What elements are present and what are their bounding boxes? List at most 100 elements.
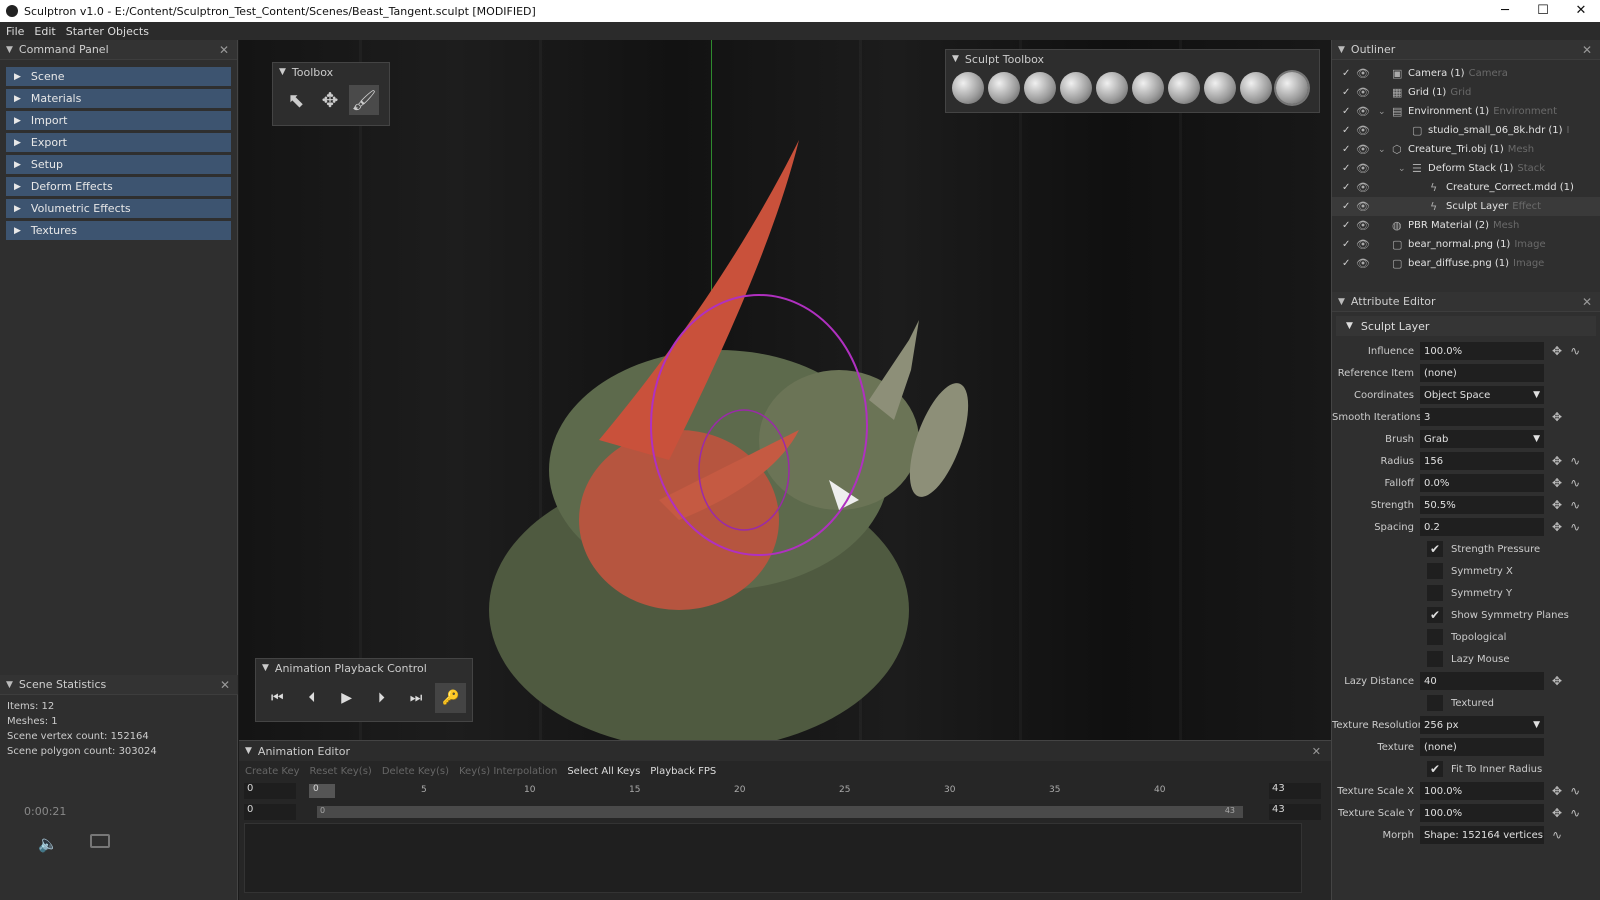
enabled-check-icon[interactable]: ✓ (1342, 258, 1356, 269)
minimize-button[interactable]: ─ (1486, 0, 1524, 22)
curve-icon[interactable]: ∿ (1570, 498, 1580, 512)
keyframe-area[interactable] (244, 823, 1302, 893)
select-all-keys-button[interactable]: Select All Keys (567, 766, 640, 777)
visibility-eye-icon[interactable]: 👁 (1356, 200, 1378, 213)
visibility-eye-icon[interactable]: 👁 (1356, 67, 1378, 80)
menu-file[interactable]: File (6, 25, 24, 38)
timeline-ruler[interactable]: 0 0 5 10 15 20 25 30 35 40 43 (239, 781, 1331, 801)
curve-icon[interactable]: ∿ (1570, 476, 1580, 490)
move-handle-icon[interactable]: ✥ (1552, 454, 1562, 468)
visibility-eye-icon[interactable]: 👁 (1356, 86, 1378, 99)
check-fit-to-inner-radius[interactable]: ✔ Fit To Inner Radius (1332, 758, 1600, 780)
enabled-check-icon[interactable]: ✓ (1342, 182, 1356, 193)
check-textured[interactable]: Textured (1332, 692, 1600, 714)
enabled-check-icon[interactable]: ✓ (1342, 163, 1356, 174)
strength-input[interactable]: 50.5% (1420, 496, 1544, 514)
curve-icon[interactable]: ∿ (1570, 806, 1580, 820)
skip-start-icon[interactable]: ⏮ (262, 683, 293, 713)
skip-end-icon[interactable]: ⏭ (401, 683, 432, 713)
close-button[interactable]: ✕ (1562, 0, 1600, 22)
outliner-row[interactable]: ✓ 👁 ▢ studio_small_06_8k.hdr (1) I (1332, 121, 1600, 140)
visibility-eye-icon[interactable]: 👁 (1356, 162, 1378, 175)
collapse-icon[interactable]: ▼ (952, 54, 959, 64)
track-start-field[interactable]: 0 (244, 804, 296, 820)
enabled-check-icon[interactable]: ✓ (1342, 106, 1356, 117)
morph-input[interactable]: Shape: 152164 vertices (1420, 826, 1544, 844)
collapse-icon[interactable]: ▼ (1338, 297, 1345, 307)
enabled-check-icon[interactable]: ✓ (1342, 125, 1356, 136)
brush-smooth-icon[interactable] (988, 72, 1020, 104)
visibility-eye-icon[interactable]: 👁 (1356, 257, 1378, 270)
cmd-item-setup[interactable]: ▶ Setup (6, 155, 231, 174)
check-strength-pressure[interactable]: ✔ Strength Pressure (1332, 538, 1600, 560)
brush-clay-icon[interactable] (1204, 72, 1236, 104)
outliner-row[interactable]: ✓ 👁 ◍ PBR Material (2) Mesh (1332, 216, 1600, 235)
collapse-icon[interactable]: ▼ (6, 45, 13, 55)
brush-flatten-icon[interactable] (1024, 72, 1056, 104)
visibility-eye-icon[interactable]: 👁 (1356, 238, 1378, 251)
close-icon[interactable]: ✕ (219, 43, 229, 57)
enabled-check-icon[interactable]: ✓ (1342, 68, 1356, 79)
cmd-item-textures[interactable]: ▶ Textures (6, 221, 231, 240)
falloff-input[interactable]: 0.0% (1420, 474, 1544, 492)
brush-inflate-icon[interactable] (1060, 72, 1092, 104)
brush-draw-icon[interactable] (952, 72, 984, 104)
outliner-row[interactable]: ✓ 👁 ⌄ ▤ Environment (1) Environment (1332, 102, 1600, 121)
visibility-eye-icon[interactable]: 👁 (1356, 181, 1378, 194)
chevron-down-icon[interactable]: ⌄ (1378, 107, 1392, 117)
current-frame-marker[interactable]: 0 (309, 784, 335, 798)
checkbox[interactable] (1427, 695, 1443, 711)
collapse-icon[interactable]: ▼ (1338, 45, 1345, 55)
select-tool-icon[interactable]: ⬉ (281, 85, 311, 115)
enabled-check-icon[interactable]: ✓ (1342, 239, 1356, 250)
check-lazy-mouse[interactable]: Lazy Mouse (1332, 648, 1600, 670)
checkbox[interactable] (1427, 629, 1443, 645)
range-bar[interactable]: 0 43 (317, 806, 1243, 818)
brush-pinch-icon[interactable] (1240, 72, 1272, 104)
enabled-check-icon[interactable]: ✓ (1342, 220, 1356, 231)
move-handle-icon[interactable]: ✥ (1552, 410, 1562, 424)
outliner-row[interactable]: ✓ 👁 ⌄ ☰ Deform Stack (1) Stack (1332, 159, 1600, 178)
play-icon[interactable]: ▶ (331, 683, 362, 713)
enabled-check-icon[interactable]: ✓ (1342, 144, 1356, 155)
viewport[interactable]: ▼ Toolbox ⬉ ✥ 🖌 ▼ Sculpt Toolbox ▼ Animatio… (239, 40, 1331, 740)
outliner-row[interactable]: ✓ 👁 ⌄ ⬡ Creature_Tri.obj (1) Mesh (1332, 140, 1600, 159)
step-forward-icon[interactable]: ⏵ (366, 683, 397, 713)
brush-twist-icon[interactable] (1096, 72, 1128, 104)
cmd-item-export[interactable]: ▶ Export (6, 133, 231, 152)
cmd-item-scene[interactable]: ▶ Scene (6, 67, 231, 86)
key-interpolation-button[interactable]: Key(s) Interpolation (459, 766, 557, 777)
brush-tool-icon[interactable]: 🖌 (349, 85, 379, 115)
move-tool-icon[interactable]: ✥ (315, 85, 345, 115)
texture-scale-x-input[interactable]: 100.0% (1420, 782, 1544, 800)
reference-item-input[interactable]: (none) (1420, 364, 1544, 382)
brush-crease-icon[interactable] (1132, 72, 1164, 104)
visibility-eye-icon[interactable]: 👁 (1356, 105, 1378, 118)
volume-icon[interactable]: 🔈 (38, 834, 58, 853)
enabled-check-icon[interactable]: ✓ (1342, 201, 1356, 212)
captions-icon[interactable] (90, 834, 110, 848)
move-handle-icon[interactable]: ✥ (1552, 344, 1562, 358)
chevron-down-icon[interactable]: ⌄ (1378, 145, 1392, 155)
cmd-item-deform-effects[interactable]: ▶ Deform Effects (6, 177, 231, 196)
step-back-icon[interactable]: ⏴ (297, 683, 328, 713)
spacing-input[interactable]: 0.2 (1420, 518, 1544, 536)
outliner-row[interactable]: ✓ 👁 ▢ bear_diffuse.png (1) Image (1332, 254, 1600, 273)
outliner-row[interactable]: ✓ 👁 ϟ Creature_Correct.mdd (1) (1332, 178, 1600, 197)
check-topological[interactable]: Topological (1332, 626, 1600, 648)
collapse-icon[interactable]: ▼ (1346, 321, 1353, 331)
key-icon[interactable]: 🔑 (435, 683, 467, 713)
collapse-icon[interactable]: ▼ (6, 680, 13, 690)
sculpt-layer-section[interactable]: ▼ Sculpt Layer (1336, 316, 1596, 336)
delete-keys-button[interactable]: Delete Key(s) (382, 766, 449, 777)
texture-input[interactable]: (none) (1420, 738, 1544, 756)
menu-edit[interactable]: Edit (34, 25, 55, 38)
brush-scrape-icon[interactable] (1168, 72, 1200, 104)
cmd-item-materials[interactable]: ▶ Materials (6, 89, 231, 108)
move-handle-icon[interactable]: ✥ (1552, 476, 1562, 490)
reset-keys-button[interactable]: Reset Key(s) (310, 766, 372, 777)
menu-starter-objects[interactable]: Starter Objects (66, 25, 149, 38)
cmd-item-volumetric-effects[interactable]: ▶ Volumetric Effects (6, 199, 231, 218)
checkbox[interactable] (1427, 563, 1443, 579)
check-symmetry-y[interactable]: Symmetry Y (1332, 582, 1600, 604)
